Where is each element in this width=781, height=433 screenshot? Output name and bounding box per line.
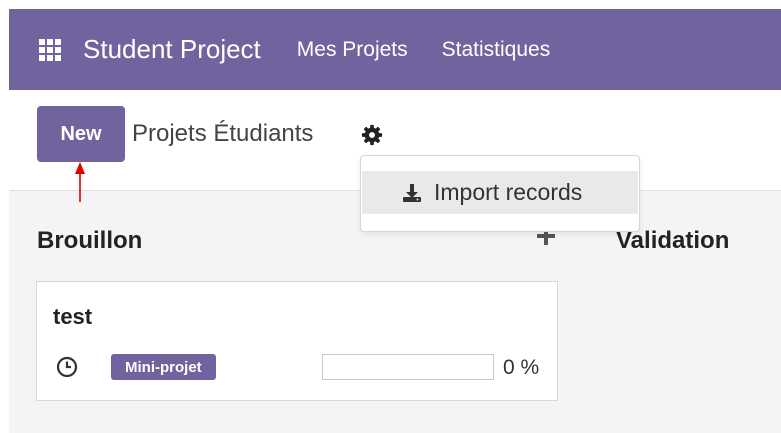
gear-icon[interactable] [361,124,383,146]
progress-bar [322,354,494,380]
card-title: test [53,304,93,329]
progress-percent: 0 % [503,356,540,379]
annotation-arrow [75,162,85,202]
top-navbar: Student Project Mes Projets Statistiques [9,9,781,90]
new-button[interactable]: New [37,106,125,162]
clock-icon[interactable] [56,356,78,378]
menu-mes-projets[interactable]: Mes Projets [297,38,408,62]
app-brand[interactable]: Student Project [83,34,261,65]
import-records-label: Import records [434,179,583,205]
download-icon [403,183,421,202]
column-title-brouillon: Brouillon [37,227,143,254]
gear-dropdown-menu: Import records [360,155,640,232]
tag-badge: Mini-projet [111,354,216,380]
kanban-card[interactable]: test Mini-projet 0 % [36,281,558,401]
import-records-item[interactable]: Import records [362,171,638,214]
menu-statistiques[interactable]: Statistiques [442,38,551,62]
page-title: Projets Étudiants [132,120,314,147]
apps-grid-icon[interactable] [39,38,61,61]
